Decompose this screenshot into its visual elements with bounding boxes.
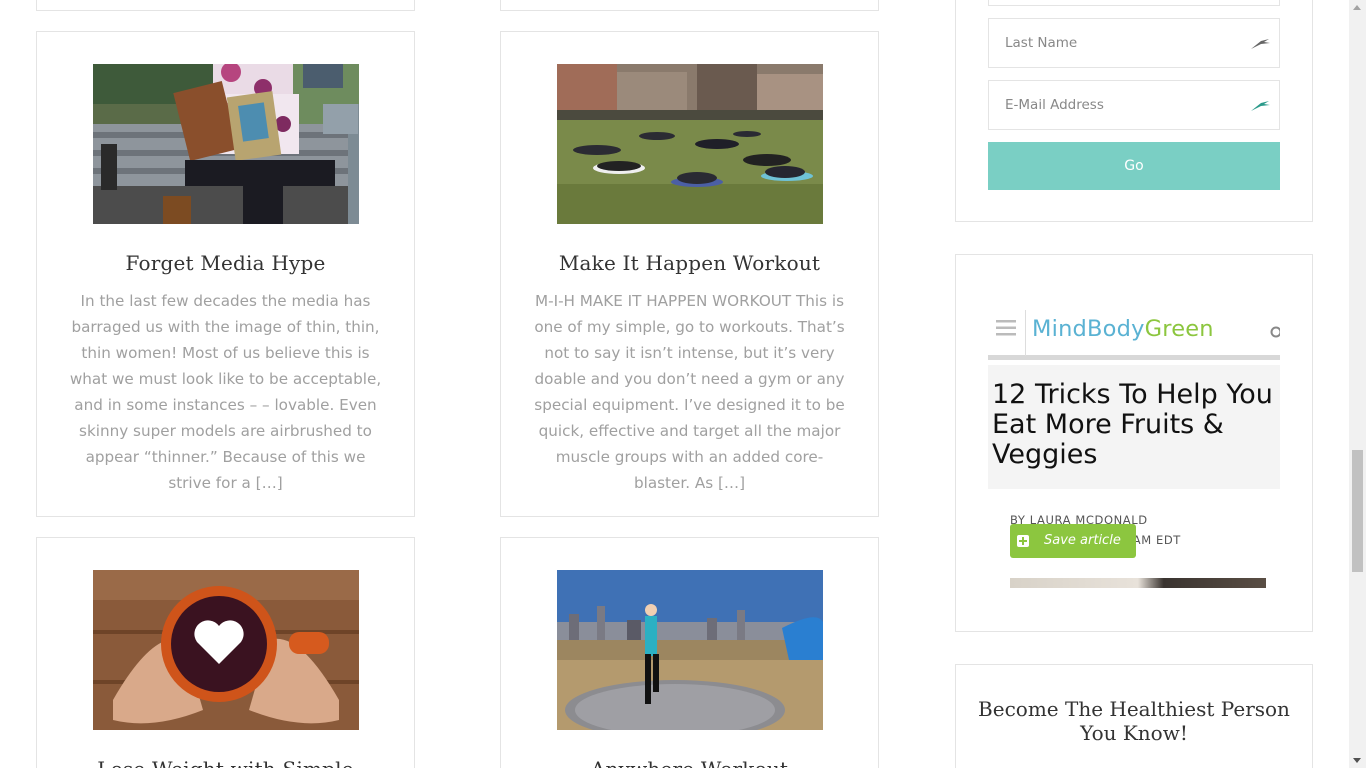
waterfront-workout-image: [557, 570, 823, 730]
ad-article-head: 12 Tricks To Help You Eat More Fruits & …: [988, 365, 1280, 489]
save-article-label: Save article: [1044, 533, 1121, 548]
post-excerpt: M-I-H MAKE IT HAPPEN WORKOUT This is one…: [534, 292, 845, 492]
post-title[interactable]: Lose Weight with Simple: [37, 757, 414, 768]
post-card: Forget Media Hype In the last few decade…: [36, 31, 415, 517]
post-thumbnail[interactable]: [557, 64, 823, 224]
ad-article-image-partial: [1010, 578, 1266, 588]
last-name-input[interactable]: [1005, 19, 1245, 67]
hamburger-menu-icon: [996, 320, 1016, 336]
autofill-key-icon[interactable]: [1249, 35, 1271, 51]
woman-reading-image: [93, 64, 359, 224]
plus-square-icon: [1017, 535, 1029, 547]
scroll-up-arrow[interactable]: [1353, 5, 1361, 10]
post-card: Anywhere Workout: [500, 537, 879, 768]
scroll-thumb[interactable]: [1352, 450, 1363, 572]
header-divider: [1025, 310, 1026, 356]
healthiest-person-widget: Become The Healthiest Person You Know!: [955, 664, 1313, 768]
autofill-key-icon[interactable]: [1249, 97, 1271, 113]
logo-body: Body: [1087, 316, 1145, 342]
post-title[interactable]: Anywhere Workout: [501, 757, 878, 768]
logo-mind: Mind: [1032, 316, 1088, 342]
mindbodygreen-ad[interactable]: MindBodyGreen 12 Tricks To Help You Eat …: [988, 286, 1280, 588]
post-thumbnail[interactable]: [93, 570, 359, 730]
ad-widget: MindBodyGreen 12 Tricks To Help You Eat …: [955, 254, 1313, 632]
post-excerpt: In the last few decades the media has ba…: [69, 292, 382, 492]
post-card-partial-left: [36, 0, 415, 11]
post-card: Make It Happen Workout M-I-H MAKE IT HAP…: [500, 31, 879, 517]
group-workout-image: [557, 64, 823, 224]
ad-headline: 12 Tricks To Help You Eat More Fruits & …: [992, 379, 1273, 470]
heart-coffee-image: [93, 570, 359, 730]
post-thumbnail[interactable]: [93, 64, 359, 224]
first-name-field-partial[interactable]: [988, 0, 1280, 6]
post-card-partial-right: [500, 0, 879, 11]
signup-widget: Go: [955, 0, 1313, 222]
scroll-down-arrow[interactable]: [1353, 758, 1361, 763]
page-scrollbar[interactable]: [1349, 0, 1366, 768]
save-article-button[interactable]: Save article: [1010, 524, 1136, 558]
email-input[interactable]: [1005, 81, 1245, 129]
post-title[interactable]: Make It Happen Workout: [501, 251, 878, 275]
ad-header: MindBodyGreen: [988, 286, 1280, 360]
search-icon-partial: [1270, 326, 1280, 338]
mindbodygreen-logo: MindBodyGreen: [1032, 316, 1214, 342]
last-name-field[interactable]: [988, 18, 1280, 68]
go-button[interactable]: Go: [988, 142, 1280, 190]
post-title[interactable]: Forget Media Hype: [37, 251, 414, 275]
email-field[interactable]: [988, 80, 1280, 130]
logo-green: Green: [1144, 316, 1214, 342]
post-card: Lose Weight with Simple: [36, 537, 415, 768]
post-thumbnail[interactable]: [557, 570, 823, 730]
widget-title: Become The Healthiest Person You Know!: [978, 697, 1290, 745]
